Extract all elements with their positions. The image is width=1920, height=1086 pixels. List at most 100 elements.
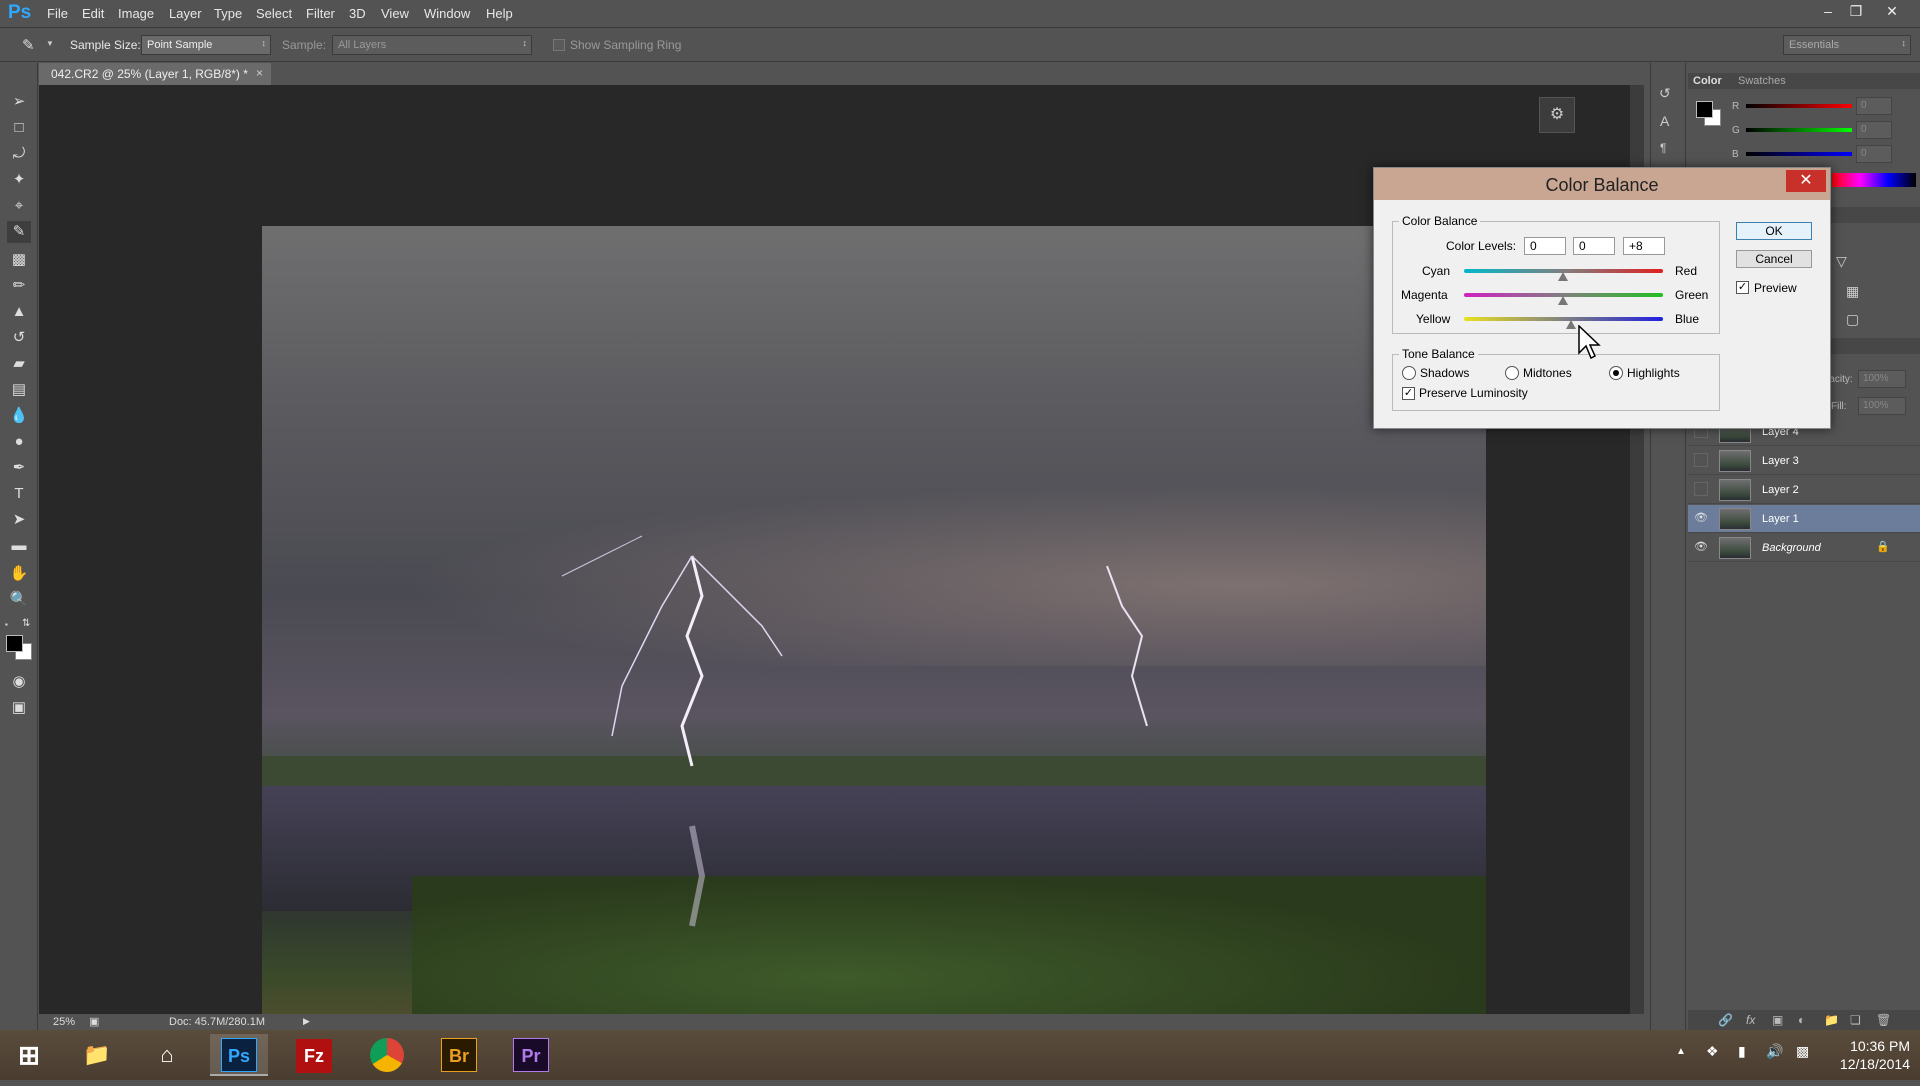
blur-tool-icon[interactable]: 💧 <box>7 405 31 427</box>
close-tab-icon[interactable]: × <box>256 66 263 80</box>
b-value[interactable]: 0 <box>1856 145 1892 163</box>
magic-wand-icon[interactable]: ✦ <box>7 169 31 191</box>
eye-icon[interactable]: 👁 <box>1694 540 1708 554</box>
premiere-icon[interactable]: Pr <box>502 1034 560 1076</box>
menu-window[interactable]: Window <box>424 6 470 21</box>
folder-icon[interactable]: 📁 <box>1824 1013 1839 1027</box>
file-explorer-icon[interactable]: 📁 <box>68 1034 126 1076</box>
quick-mask-icon[interactable]: ◉ <box>7 671 31 693</box>
eyedropper-tool-icon[interactable]: ✎ <box>7 221 31 243</box>
path-selection-icon[interactable]: ➤ <box>7 509 31 531</box>
filezilla-icon[interactable]: Fz <box>285 1034 343 1076</box>
color-spectrum[interactable] <box>1832 173 1916 187</box>
show-hidden-icons-icon[interactable]: ▲ <box>1676 1046 1686 1057</box>
layer-row[interactable]: 👁 Layer 1 <box>1688 505 1920 533</box>
eye-icon[interactable]: 👁 <box>1694 511 1708 525</box>
gradient-tool-icon[interactable]: ▤ <box>7 379 31 401</box>
sampling-ring-checkbox[interactable] <box>553 39 565 51</box>
level-cyan-red-field[interactable]: 0 <box>1524 237 1566 255</box>
status-menu-arrow-icon[interactable]: ▶ <box>303 1016 310 1027</box>
history-brush-icon[interactable]: ↺ <box>7 327 31 349</box>
link-icon[interactable]: 🔗 <box>1718 1013 1733 1027</box>
crop-tool-icon[interactable]: ⌖ <box>7 195 31 217</box>
sample-select[interactable]: All Layers ↕ <box>332 35 532 55</box>
midtones-label[interactable]: Midtones <box>1523 366 1572 380</box>
windows-start-icon[interactable]: ⊞ <box>0 1034 58 1076</box>
foreground-color-swatch[interactable] <box>6 635 23 652</box>
character-panel-icon[interactable]: A <box>1660 113 1669 129</box>
slider-thumb[interactable] <box>1566 320 1576 329</box>
shadows-radio[interactable] <box>1402 366 1416 380</box>
sample-size-select[interactable]: Point Sample ↕ <box>141 35 271 55</box>
r-value[interactable]: 0 <box>1856 97 1892 115</box>
shadows-label[interactable]: Shadows <box>1420 366 1469 380</box>
volume-icon[interactable]: 🔊 <box>1766 1043 1783 1060</box>
menu-filter[interactable]: Filter <box>306 6 335 21</box>
minimize-icon[interactable]: – <box>1814 1 1842 21</box>
chevron-down-icon[interactable]: ▼ <box>46 39 54 48</box>
photoshop-icon[interactable]: Ps <box>210 1034 268 1076</box>
layer-row[interactable]: Layer 3 <box>1688 447 1920 475</box>
healing-brush-icon[interactable]: ▩ <box>7 249 31 271</box>
mask-icon[interactable]: ▣ <box>1772 1013 1783 1027</box>
close-icon[interactable]: ✕ <box>1878 1 1906 21</box>
g-slider[interactable] <box>1746 128 1852 132</box>
tab-swatches[interactable]: Swatches <box>1738 75 1786 87</box>
preview-label[interactable]: Preview <box>1754 281 1797 295</box>
menu-layer[interactable]: Layer <box>169 6 202 21</box>
menu-type[interactable]: Type <box>214 6 242 21</box>
shape-tool-icon[interactable]: ▬ <box>7 535 31 557</box>
network-icon[interactable]: ▩ <box>1796 1043 1809 1060</box>
screen-mode-icon[interactable]: ▣ <box>7 697 31 719</box>
default-colors-icon[interactable]: ▪ <box>5 620 15 630</box>
menu-edit[interactable]: Edit <box>82 6 104 21</box>
preserve-luminosity-label[interactable]: Preserve Luminosity <box>1419 386 1528 400</box>
lasso-tool-icon[interactable]: ⤾ <box>7 143 31 165</box>
chrome-icon[interactable] <box>358 1034 416 1076</box>
eyedropper-icon[interactable]: ✎ <box>22 36 35 54</box>
opacity-value[interactable]: 100% <box>1858 370 1906 388</box>
highlights-radio[interactable] <box>1609 366 1623 380</box>
level-yellow-blue-field[interactable]: +8 <box>1623 237 1665 255</box>
midtones-radio[interactable] <box>1505 366 1519 380</box>
document-tab[interactable]: 042.CR2 @ 25% (Layer 1, RGB/8*) * × <box>39 63 271 85</box>
system-clock[interactable]: 10:36 PM 12/18/2014 <box>1820 1037 1910 1073</box>
g-value[interactable]: 0 <box>1856 121 1892 139</box>
menu-3d[interactable]: 3D <box>349 6 366 21</box>
menu-help[interactable]: Help <box>486 6 513 21</box>
dropbox-icon[interactable]: ❖ <box>1706 1043 1719 1060</box>
preview-checkbox[interactable]: ✓ <box>1736 281 1749 294</box>
preserve-luminosity-checkbox[interactable]: ✓ <box>1402 387 1415 400</box>
visibility-toggle[interactable] <box>1694 453 1708 467</box>
zoom-tool-icon[interactable]: 🔍 <box>7 589 31 611</box>
visibility-toggle[interactable] <box>1694 482 1708 496</box>
menu-file[interactable]: File <box>47 6 68 21</box>
type-tool-icon[interactable]: T <box>7 483 31 505</box>
yellow-blue-slider[interactable] <box>1464 317 1663 321</box>
square-icon[interactable]: ▢ <box>1846 311 1859 328</box>
clone-stamp-icon[interactable]: ▲ <box>7 301 31 323</box>
hand-tool-icon[interactable]: ✋ <box>7 563 31 585</box>
menu-image[interactable]: Image <box>118 6 154 21</box>
dialog-titlebar[interactable]: Color Balance ✕ <box>1374 168 1830 200</box>
cancel-button[interactable]: Cancel <box>1736 250 1812 268</box>
panel-options-icon[interactable]: ⚙ <box>1539 97 1575 133</box>
grid-icon[interactable]: ▦ <box>1846 283 1859 300</box>
history-panel-icon[interactable]: ↺ <box>1659 85 1671 102</box>
eraser-tool-icon[interactable]: ▰ <box>7 353 31 375</box>
fill-value[interactable]: 100% <box>1858 397 1906 415</box>
pen-tool-icon[interactable]: ✒ <box>7 457 31 479</box>
dodge-tool-icon[interactable]: ● <box>7 431 31 453</box>
bridge-icon[interactable]: Br <box>430 1034 488 1076</box>
highlights-label[interactable]: Highlights <box>1627 366 1680 380</box>
fx-icon[interactable]: fx <box>1746 1013 1755 1027</box>
workspace-select[interactable]: Essentials ↕ <box>1783 35 1911 55</box>
brush-tool-icon[interactable]: ✏ <box>7 275 31 297</box>
tab-color[interactable]: Color <box>1693 75 1722 87</box>
slider-thumb[interactable] <box>1558 272 1568 281</box>
swap-colors-icon[interactable]: ⇅ <box>22 618 30 629</box>
restore-icon[interactable]: ❐ <box>1842 1 1870 21</box>
layer-row[interactable]: 👁 Background 🔒 <box>1688 534 1920 562</box>
fg-swatch[interactable] <box>1696 101 1713 118</box>
adjustment-icon[interactable]: ◐ <box>1798 1013 1805 1027</box>
